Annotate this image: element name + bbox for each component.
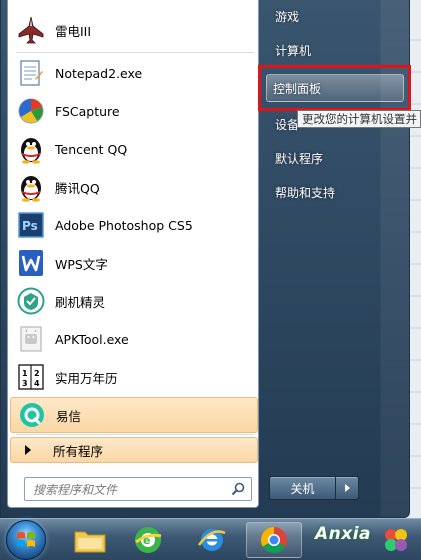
program-fscapture[interactable]: FSCapture xyxy=(10,93,258,129)
program-label: 腾讯QQ xyxy=(55,180,100,196)
shutdown-label[interactable]: 关机 xyxy=(270,477,336,499)
program-raiden-iii[interactable]: 雷电III xyxy=(10,12,258,48)
shuaji-jingling-icon xyxy=(16,286,46,316)
calendar-icon: 1 2 3 4 xyxy=(16,362,46,392)
right-item-label: 游戏 xyxy=(275,9,300,24)
browser-360-icon: e xyxy=(135,527,162,553)
highlight-annotation-box xyxy=(258,65,411,111)
program-notepad2[interactable]: Notepad2.exe xyxy=(10,55,258,91)
fscapture-icon xyxy=(16,96,46,126)
qq-penguin-icon xyxy=(16,134,46,164)
svg-text:4: 4 xyxy=(34,379,40,388)
all-programs-label: 所有程序 xyxy=(53,443,104,459)
svg-text:2: 2 xyxy=(34,369,40,378)
search-input[interactable]: 搜索程序和文件 xyxy=(24,477,252,501)
program-label: Adobe Photoshop CS5 xyxy=(55,217,193,233)
start-button[interactable] xyxy=(6,520,46,560)
search-icon[interactable] xyxy=(231,482,245,496)
control-panel-tooltip: 更改您的计算机设置并 xyxy=(297,110,421,128)
program-wps-writer[interactable]: WPS文字 xyxy=(10,245,258,281)
right-item-label: 默认程序 xyxy=(275,151,324,166)
shutdown-button[interactable]: 关机 xyxy=(269,476,359,500)
program-yixin[interactable]: 易信 xyxy=(10,397,258,433)
chevron-right-icon xyxy=(25,445,31,455)
program-apktool[interactable]: APKTool.exe xyxy=(10,321,258,357)
windows-logo-icon xyxy=(17,532,35,547)
program-calendar[interactable]: 1 2 3 4 实用万年历 xyxy=(10,359,258,395)
search-placeholder: 搜索程序和文件 xyxy=(33,482,118,497)
program-label: 易信 xyxy=(56,408,82,424)
right-item-help-support[interactable]: 帮助和支持 xyxy=(269,178,405,206)
svg-text:Ps: Ps xyxy=(22,219,38,233)
taskbar-ie-button[interactable] xyxy=(184,522,240,558)
svg-text:3: 3 xyxy=(22,379,28,388)
start-menu: 雷电III Notepad2.exe FSCapture Tencent QQ … xyxy=(0,0,411,518)
program-label: Notepad2.exe xyxy=(55,65,143,81)
notepad-icon xyxy=(16,58,46,88)
svg-text:e: e xyxy=(143,534,150,547)
separator xyxy=(16,52,254,53)
taskbar-app-button[interactable] xyxy=(368,522,421,558)
taskbar-explorer-button[interactable] xyxy=(62,522,118,558)
program-shuaji-jingling[interactable]: 刷机精灵 xyxy=(10,283,258,319)
raiden-jet-icon xyxy=(16,15,46,45)
program-label: 雷电III xyxy=(55,23,92,39)
yixin-icon xyxy=(17,400,47,430)
program-tencent-qq-cn[interactable]: 腾讯QQ xyxy=(10,169,258,205)
right-item-label: 设备 xyxy=(275,117,300,132)
right-item-games[interactable]: 游戏 xyxy=(269,2,405,30)
all-programs-button[interactable]: 所有程序 xyxy=(10,437,258,463)
watermark-logo: Anxia xyxy=(315,524,372,544)
apktool-icon xyxy=(16,324,46,354)
chrome-icon xyxy=(260,526,287,554)
folder-icon xyxy=(74,531,106,553)
right-item-label: 计算机 xyxy=(275,43,312,58)
program-photoshop[interactable]: Ps Adobe Photoshop CS5 xyxy=(10,207,258,243)
internet-explorer-icon xyxy=(197,529,226,551)
svg-text:1: 1 xyxy=(22,369,28,378)
program-label: WPS文字 xyxy=(55,256,108,272)
program-label: 刷机精灵 xyxy=(55,294,106,310)
taskbar-chrome-button[interactable] xyxy=(246,522,302,558)
right-item-default-programs[interactable]: 默认程序 xyxy=(269,144,405,172)
right-item-computer[interactable]: 计算机 xyxy=(269,36,405,64)
program-label: 实用万年历 xyxy=(55,370,118,386)
program-label: Tencent QQ xyxy=(55,141,128,157)
shutdown-options-arrow-icon[interactable] xyxy=(336,477,358,499)
program-tencent-qq[interactable]: Tencent QQ xyxy=(10,131,258,167)
separator xyxy=(16,434,254,435)
program-label: FSCapture xyxy=(55,103,120,119)
photoshop-icon: Ps xyxy=(16,210,46,240)
colorful-app-icon xyxy=(385,529,407,551)
taskbar-360-browser-button[interactable]: e xyxy=(120,522,176,558)
start-menu-programs-pane: 雷电III Notepad2.exe FSCapture Tencent QQ … xyxy=(7,0,259,508)
wps-writer-icon xyxy=(16,248,46,278)
right-item-label: 帮助和支持 xyxy=(275,185,336,200)
qq-penguin-icon xyxy=(16,172,46,202)
program-label: APKTool.exe xyxy=(55,331,129,347)
